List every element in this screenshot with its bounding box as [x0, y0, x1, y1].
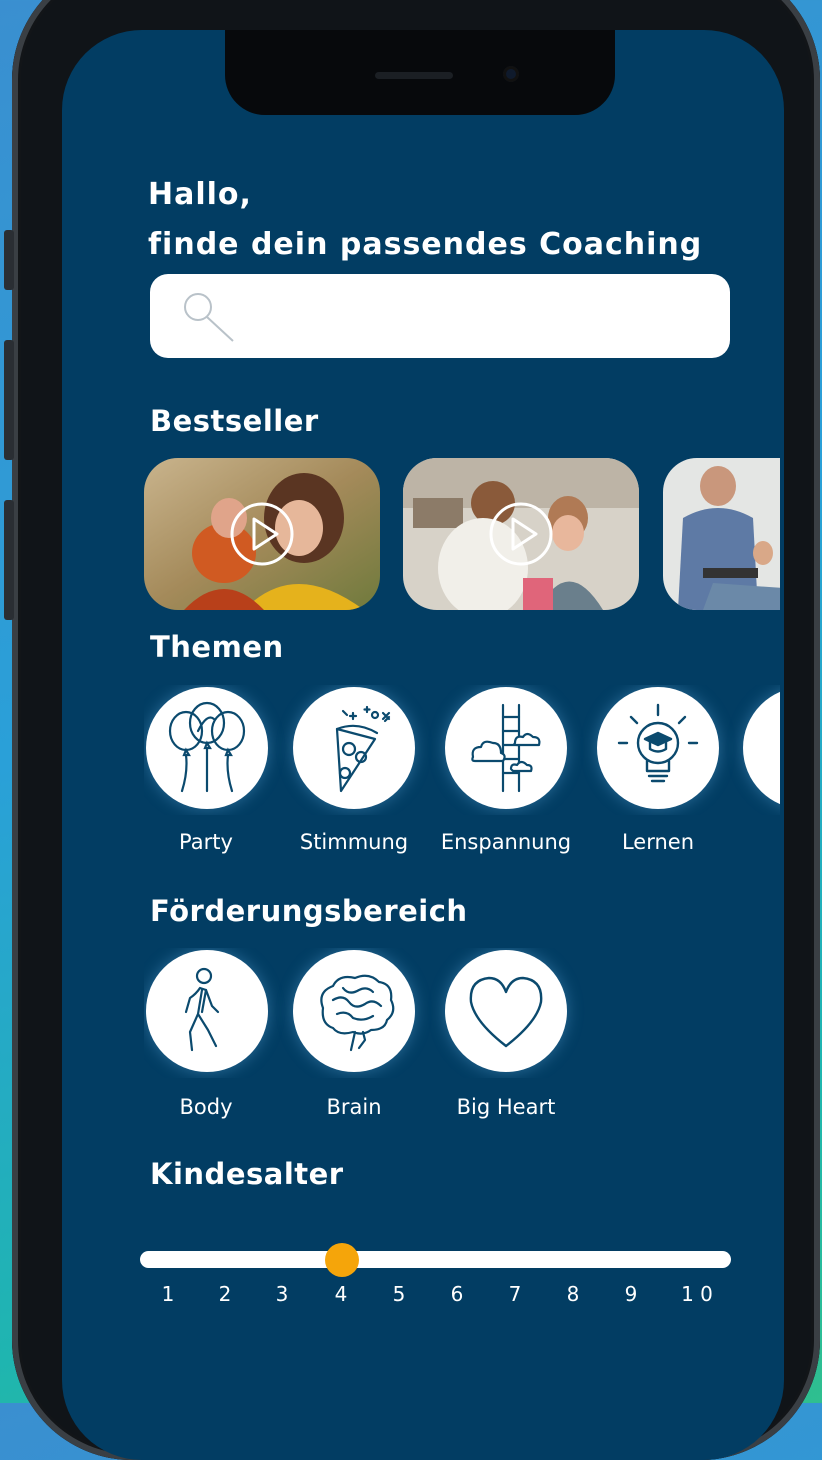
- section-title-foerderung: Förderungsbereich: [150, 894, 468, 928]
- topic-label-stimmung: Stimmung: [299, 830, 409, 854]
- greeting-line-2: finde dein passendes Coaching: [148, 227, 703, 262]
- greeting: Hallo, finde dein passendes Coaching: [148, 170, 702, 270]
- themen-carousel[interactable]: [144, 685, 780, 815]
- search-icon: [184, 293, 234, 342]
- bestseller-card[interactable]: [403, 458, 639, 610]
- age-slider-track[interactable]: [140, 1251, 731, 1268]
- topic-more[interactable]: [743, 687, 780, 809]
- section-title-kindesalter: Kindesalter: [150, 1157, 344, 1191]
- topic-label-enspannung: Enspannung: [440, 830, 572, 854]
- side-button: [4, 230, 14, 290]
- topic-label-lernen: Lernen: [621, 830, 695, 854]
- area-label-big-heart: Big Heart: [456, 1095, 556, 1119]
- pizza-slice-icon: [335, 705, 391, 793]
- side-button: [4, 340, 14, 460]
- foerderung-row: [144, 948, 780, 1078]
- age-tick: 6: [450, 1282, 464, 1306]
- area-label-body: Body: [179, 1095, 233, 1119]
- side-button: [4, 500, 14, 620]
- age-tick: 2: [218, 1282, 232, 1306]
- greeting-line-1: Hallo,: [148, 177, 252, 212]
- phone-notch: [225, 30, 615, 115]
- age-tick: 5: [392, 1282, 406, 1306]
- topic-stimmung[interactable]: [293, 687, 415, 809]
- ladder-clouds-icon: [471, 703, 541, 793]
- age-tick: 1: [161, 1282, 175, 1306]
- speaker: [375, 72, 453, 79]
- play-icon[interactable]: [488, 501, 554, 567]
- balloons-icon: [168, 701, 246, 793]
- age-tick: 8: [566, 1282, 580, 1306]
- section-title-themen: Themen: [150, 630, 284, 664]
- topic-enspannung[interactable]: [445, 687, 567, 809]
- topic-lernen[interactable]: [597, 687, 719, 809]
- bestseller-card[interactable]: [663, 458, 780, 610]
- area-body[interactable]: [146, 950, 268, 1072]
- age-tick: 4: [334, 1282, 348, 1306]
- brain-icon: [320, 974, 395, 1052]
- camera: [503, 66, 519, 82]
- heart-icon: [469, 976, 543, 1048]
- area-label-brain: Brain: [326, 1095, 382, 1119]
- area-brain[interactable]: [293, 950, 415, 1072]
- lightbulb-graduation-icon: [617, 703, 699, 783]
- age-tick: 9: [624, 1282, 638, 1306]
- age-slider-thumb[interactable]: [325, 1243, 359, 1277]
- walking-person-icon: [184, 967, 220, 1052]
- age-tick: 1 0: [681, 1282, 713, 1306]
- area-big-heart[interactable]: [445, 950, 567, 1072]
- play-icon[interactable]: [229, 501, 295, 567]
- age-tick: 7: [508, 1282, 522, 1306]
- bestseller-card[interactable]: [144, 458, 380, 610]
- section-title-bestseller: Bestseller: [150, 404, 319, 438]
- topic-party[interactable]: [146, 687, 268, 809]
- man-with-tablet-photo: [663, 458, 780, 610]
- bestseller-carousel[interactable]: [144, 458, 780, 610]
- search-input[interactable]: [150, 274, 730, 358]
- topic-label-party: Party: [179, 830, 233, 854]
- age-tick: 3: [275, 1282, 289, 1306]
